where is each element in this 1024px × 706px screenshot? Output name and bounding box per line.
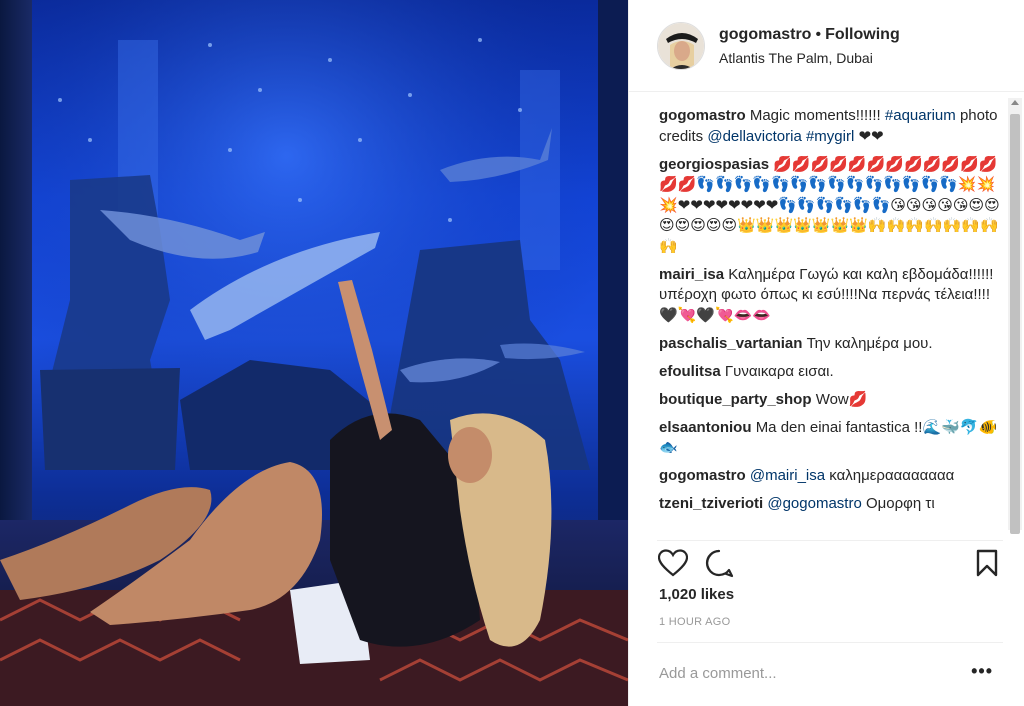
comment-link[interactable]: @mairi_isa	[750, 467, 825, 484]
comment-username[interactable]: georgiospasias	[659, 156, 769, 173]
comment-item: georgiospasias 💋💋💋💋💋💋💋💋💋💋💋💋💋💋👣👣👣👣👣👣👣👣👣👣👣…	[659, 155, 1001, 258]
header-separator: •	[815, 25, 822, 43]
aquarium-photo-illustration	[0, 0, 628, 706]
comment-bubble-icon	[705, 549, 734, 578]
add-comment-section: •••	[657, 642, 1003, 706]
comment-text: Γυναικαρα εισαι.	[724, 362, 834, 380]
post-header: gogomastro • Following Atlantis The Palm, …	[629, 0, 1024, 92]
comment-item: paschalis_vartanian Την καλημέρα μου.	[659, 334, 1001, 355]
comment-username[interactable]: boutique_party_shop	[659, 391, 812, 408]
save-button[interactable]	[971, 547, 1003, 579]
comment-item: efoulitsa Γυναικαρα εισαι.	[659, 362, 1001, 383]
avatar-image	[658, 22, 704, 69]
post-author-username[interactable]: gogomastro	[719, 26, 811, 43]
post-photo[interactable]	[0, 0, 628, 706]
post-details-panel: gogomastro • Following Atlantis The Palm, …	[628, 0, 1024, 706]
comment-item: gogomastro Magic moments!!!!!! #aquarium…	[659, 106, 1001, 147]
post-location[interactable]: Atlantis The Palm, Dubai	[719, 48, 900, 68]
comment-username[interactable]: elsaantoniou	[659, 419, 752, 436]
bookmark-icon	[976, 549, 998, 577]
comments-scrollbar[interactable]	[1008, 98, 1022, 534]
comment-link[interactable]: #aquarium	[885, 107, 956, 124]
heart-icon	[658, 549, 688, 577]
comment-text: Magic moments!!!!!!	[749, 107, 885, 124]
comment-text: καλημεραααααααα	[825, 467, 955, 484]
comment-link[interactable]: @dellavictoria	[707, 128, 801, 145]
comment-text: Ομορφη τι	[861, 495, 935, 512]
add-comment-input[interactable]	[659, 659, 949, 687]
comment-item: elsaantoniou Ma den einai fantastica !!🌊…	[659, 418, 1001, 459]
avatar[interactable]	[657, 21, 705, 70]
comment-username[interactable]: gogomastro	[659, 467, 746, 484]
post-timestamp[interactable]: 1 HOUR AGO	[659, 616, 730, 628]
comments-list[interactable]: gogomastro Magic moments!!!!!! #aquarium…	[659, 106, 1001, 532]
comment-username[interactable]: gogomastro	[659, 107, 746, 124]
comment-item: mairi_isa Καλημέρα Γωγώ και καλη εβδομάδ…	[659, 265, 1001, 327]
post-actions	[657, 540, 1003, 580]
comment-item: boutique_party_shop Wow💋	[659, 390, 1001, 411]
comment-username[interactable]: tzeni_tziverioti	[659, 495, 763, 512]
scroll-up-arrow-icon[interactable]	[1011, 100, 1019, 105]
scrollbar-thumb[interactable]	[1010, 114, 1020, 534]
likes-count[interactable]: 1,020 likes	[659, 586, 734, 603]
more-options-button[interactable]: •••	[971, 662, 993, 680]
comment-text: Wow💋	[815, 390, 868, 408]
comment-link[interactable]: #mygirl	[806, 128, 854, 145]
comment-link[interactable]: @gogomastro	[767, 495, 861, 512]
comment-text: Την καλημέρα μου.	[806, 334, 933, 352]
comment-text: ❤❤	[854, 127, 884, 145]
comment-username[interactable]: mairi_isa	[659, 266, 724, 283]
following-button[interactable]: Following	[825, 26, 900, 43]
comments-fade	[659, 512, 1003, 534]
comment-item: gogomastro @mairi_isa καλημεραααααααα	[659, 466, 1001, 487]
comment-button[interactable]	[703, 547, 735, 579]
comment-username[interactable]: paschalis_vartanian	[659, 335, 802, 352]
like-button[interactable]	[657, 547, 689, 579]
comment-username[interactable]: efoulitsa	[659, 363, 721, 380]
